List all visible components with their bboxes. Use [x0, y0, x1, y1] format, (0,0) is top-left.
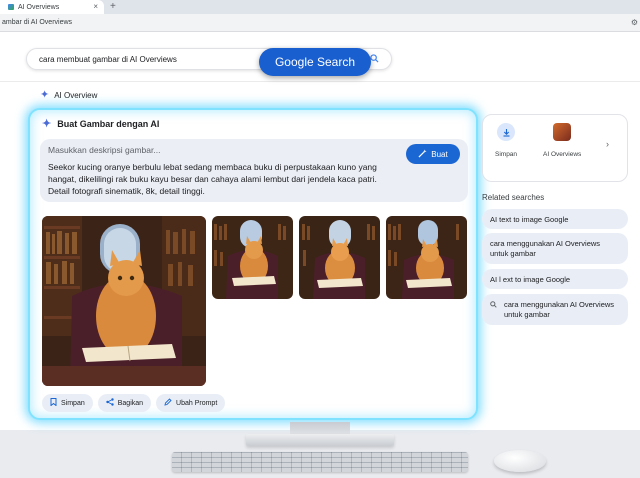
- save-button[interactable]: Simpan: [42, 394, 93, 412]
- pencil-icon: [164, 398, 172, 408]
- close-tab-icon[interactable]: ×: [93, 2, 98, 11]
- address-bar[interactable]: ambar di AI Overviews ⚙: [0, 14, 640, 32]
- google-search-button[interactable]: Google Search: [259, 48, 371, 76]
- generated-image-2[interactable]: [212, 216, 293, 299]
- mouse: [494, 450, 546, 472]
- chevron-right-icon[interactable]: ›: [606, 139, 609, 149]
- tab-bar: AI Overviews × +: [0, 0, 640, 14]
- related-search-item[interactable]: cara menggunakan AI Overviews untuk gamb…: [482, 233, 628, 264]
- monitor-stand-base: [246, 434, 394, 446]
- sparkle-icon: ✦: [42, 117, 52, 130]
- share-button[interactable]: Bagikan: [97, 394, 152, 412]
- tab-ai-overviews[interactable]: AI Overviews ×: [0, 0, 104, 14]
- prompt-text[interactable]: Seekor kucing oranye berbulu lebat sedan…: [48, 161, 400, 197]
- settings-icon[interactable]: ⚙: [631, 18, 638, 27]
- share-icon: [106, 398, 114, 408]
- generated-image-4[interactable]: [386, 216, 467, 299]
- related-search-text: cara menggunakan AI Overviews untuk gamb…: [504, 300, 615, 319]
- favicon-icon: [8, 4, 14, 10]
- ai-image-generator-panel: ✦ Buat Gambar dengan AI Masukkan deskrip…: [28, 108, 478, 420]
- related-search-item[interactable]: cara menggunakan AI Overviews untuk gamb…: [482, 294, 628, 325]
- generated-image-main[interactable]: [42, 216, 206, 386]
- ai-overview-label: ✦ AI Overview: [40, 89, 98, 101]
- save-shortcut-label: Simpan: [495, 151, 518, 158]
- search-query: cara membuat gambar di AI Overviews: [39, 54, 177, 64]
- magic-wand-icon: [418, 148, 427, 160]
- generated-image-3[interactable]: [299, 216, 380, 299]
- thumbnail-image: [553, 123, 572, 141]
- ai-overview-text: AI Overview: [54, 91, 98, 100]
- edit-prompt-label: Ubah Prompt: [176, 399, 218, 407]
- generate-button[interactable]: Buat: [406, 144, 460, 164]
- prompt-placeholder: Masukkan deskripsi gambar...: [48, 145, 161, 155]
- ai-overviews-shortcut[interactable]: AI Overviews: [543, 123, 581, 158]
- keyboard: [172, 452, 468, 472]
- related-searches-title: Related searches: [482, 193, 545, 202]
- ai-overviews-shortcut-label: AI Overviews: [543, 151, 582, 158]
- prompt-input[interactable]: Masukkan deskripsi gambar... Seekor kuci…: [40, 139, 468, 202]
- related-search-item[interactable]: AI text to image Google: [482, 209, 628, 229]
- tab-title: AI Overviews: [18, 3, 60, 11]
- panel-title: ✦ Buat Gambar dengan AI: [42, 117, 160, 130]
- search-results-page: cara membuat gambar di AI Overviews Goog…: [0, 32, 640, 430]
- related-search-item[interactable]: AI l ext to image Google: [482, 269, 628, 289]
- new-tab-button[interactable]: +: [110, 0, 116, 13]
- sparkle-icon: ✦: [40, 89, 50, 101]
- generate-label: Buat: [431, 149, 448, 159]
- bookmark-icon: [50, 398, 57, 408]
- share-label: Bagikan: [117, 399, 144, 407]
- save-label: Simpan: [61, 399, 85, 407]
- panel-title-text: Buat Gambar dengan AI: [57, 119, 160, 129]
- header-divider: [0, 81, 640, 82]
- search-icon: [490, 301, 497, 312]
- url-text: ambar di AI Overviews: [2, 19, 73, 26]
- quick-actions-card: Simpan AI Overviews ›: [482, 114, 628, 182]
- image-actions: Simpan Bagikan Ubah Prompt: [42, 394, 226, 412]
- edit-prompt-button[interactable]: Ubah Prompt: [156, 394, 226, 412]
- save-shortcut[interactable]: Simpan: [495, 123, 517, 158]
- download-icon: [497, 123, 516, 141]
- search-icon[interactable]: [370, 54, 379, 65]
